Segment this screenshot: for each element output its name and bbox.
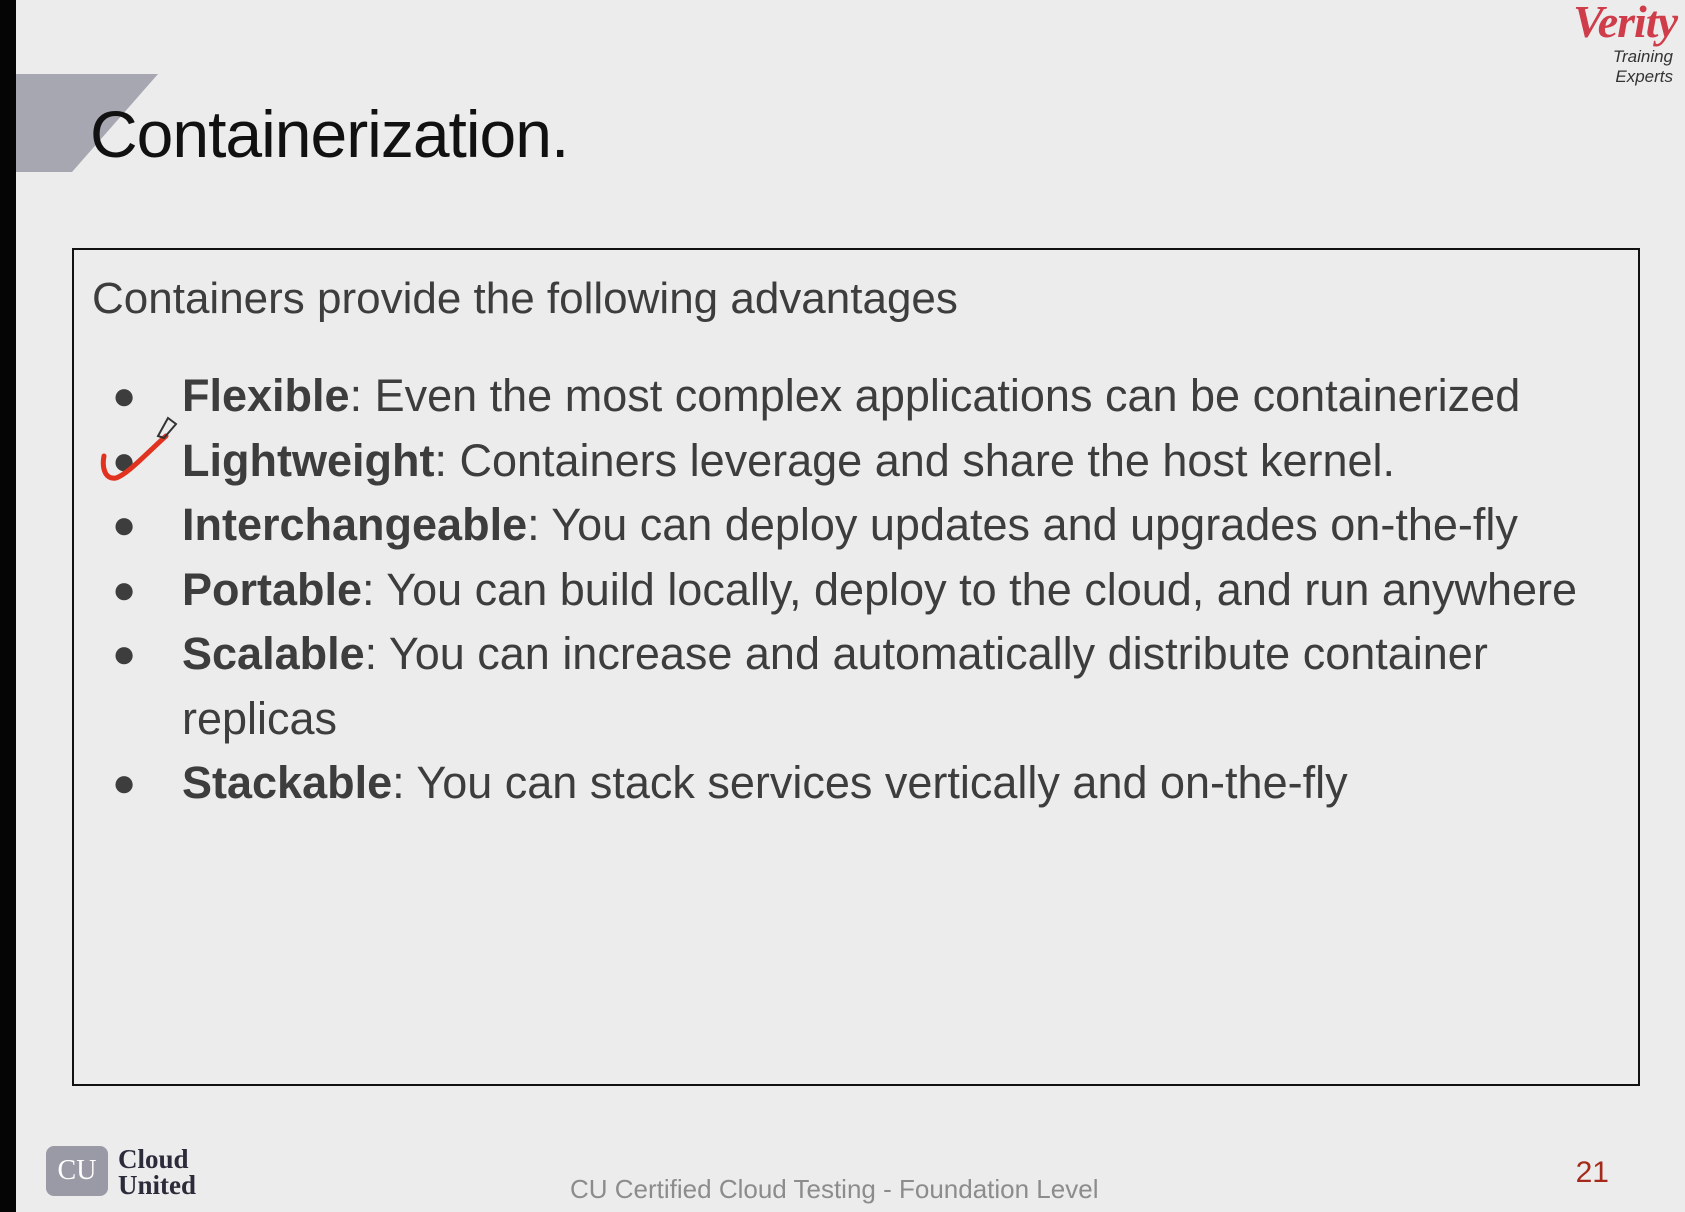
advantage-term: Scalable xyxy=(182,628,365,679)
list-item: ● Interchangeable: You can deploy updates… xyxy=(98,493,1618,558)
bullet-icon: ● xyxy=(112,632,137,676)
advantage-description: : You can deploy updates and upgrades on… xyxy=(527,499,1518,550)
bullet-icon: ● xyxy=(112,761,137,805)
bullet-icon: ● xyxy=(112,567,137,612)
cloud-united-logo: CU Cloud United xyxy=(46,1144,216,1200)
advantage-description: : You can stack services vertically and … xyxy=(392,757,1348,808)
cu-badge: CU xyxy=(46,1146,108,1196)
advantage-term: Stackable xyxy=(182,757,393,808)
advantage-term: Interchangeable xyxy=(182,499,528,550)
advantage-description: : Even the most complex applications can… xyxy=(349,370,1521,421)
advantages-list: ● Flexible: Even the most complex applica… xyxy=(98,364,1618,816)
list-item: ● Flexible: Even the most complex applica… xyxy=(98,364,1618,429)
cu-logo-line2: United xyxy=(118,1170,197,1200)
checkmark-icon xyxy=(100,416,178,481)
content-box: Containers provide the following advanta… xyxy=(72,248,1640,1086)
brand-tagline: Training Experts xyxy=(1612,47,1673,86)
list-item: ● Portable: You can build locally, deploy… xyxy=(98,558,1618,623)
list-item: ● Scalable: You can increase and automati… xyxy=(98,622,1618,751)
intro-text: Containers provide the following advanta… xyxy=(92,274,958,323)
slide-title: Containerization. xyxy=(90,97,569,171)
advantage-description: : Containers leverage and share the host… xyxy=(434,434,1396,486)
left-edge-bar xyxy=(0,0,16,1212)
list-item: ● Stackable: You can stack services verti… xyxy=(98,751,1618,816)
verity-logo: Verity Training Experts xyxy=(1557,0,1678,87)
advantage-description: : You can build locally, deploy to the c… xyxy=(362,563,1578,615)
bullet-icon: ● xyxy=(112,503,137,547)
advantage-description: : You can increase and automatically dis… xyxy=(182,628,1488,744)
page-number: 21 xyxy=(1575,1156,1609,1189)
brand-name: Verity xyxy=(1573,0,1678,47)
footer-course-title: CU Certified Cloud Testing - Foundation … xyxy=(570,1174,1099,1204)
advantage-term: Flexible xyxy=(182,370,350,421)
advantage-term: Lightweight xyxy=(182,434,435,486)
advantage-term: Portable xyxy=(182,563,363,615)
list-item: ● Lightweight: Containers leverage and sh… xyxy=(98,429,1618,494)
